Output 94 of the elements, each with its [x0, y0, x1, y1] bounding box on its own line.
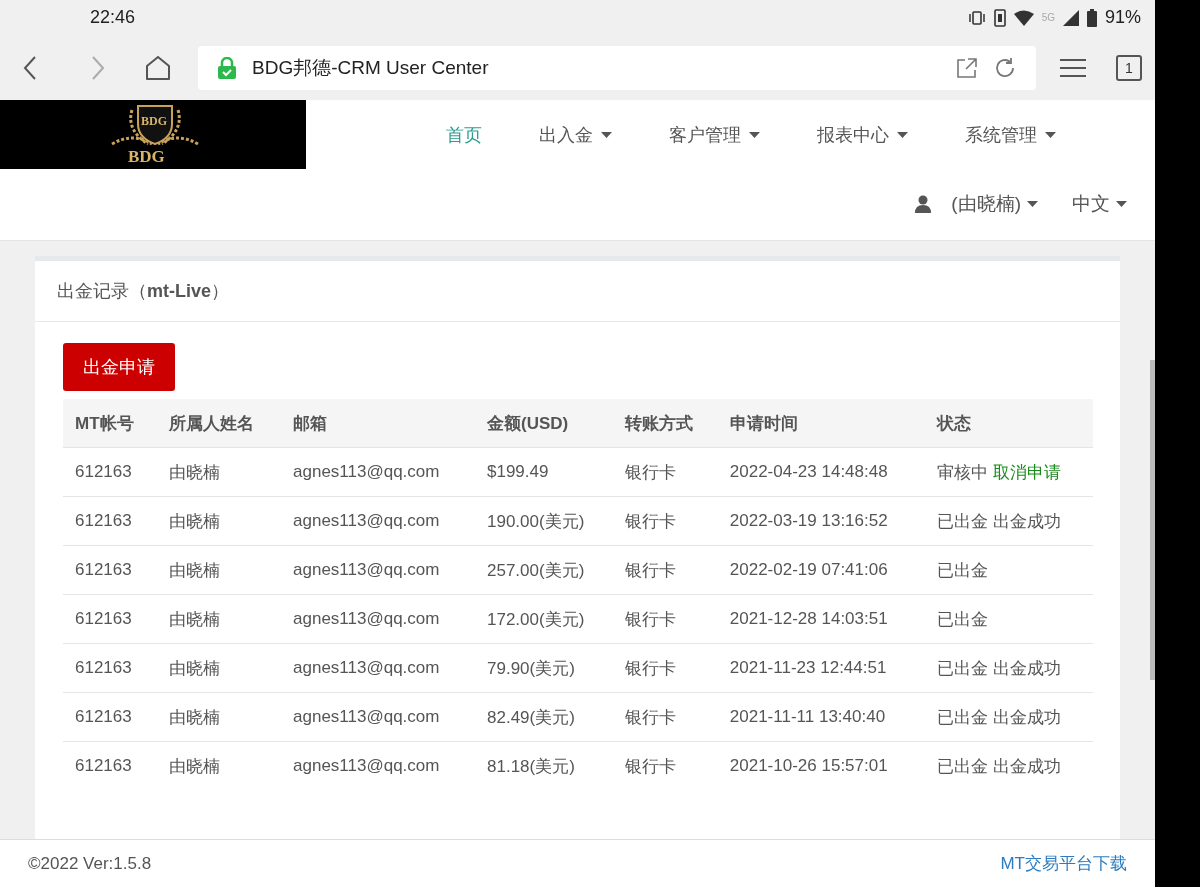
table-cell: 81.18(美元) — [475, 741, 614, 790]
table-cell: 银行卡 — [613, 447, 718, 497]
table-cell: 612163 — [63, 741, 157, 790]
battery-percent: 91% — [1104, 7, 1141, 28]
table-cell: 612163 — [63, 447, 157, 497]
status-text: 已出金 — [936, 658, 988, 678]
table-cell: 2021-11-11 13:40:40 — [717, 692, 925, 742]
column-header: 状态 — [924, 399, 1093, 448]
table-cell: 由晓楠 — [156, 447, 281, 497]
sim-icon — [993, 8, 1006, 27]
table-cell: agnes113@qq.com — [281, 643, 475, 693]
signal-icon — [1062, 9, 1079, 26]
download-link[interactable]: MT交易平台下载 — [1000, 852, 1127, 875]
table-cell: 612163 — [63, 594, 157, 644]
table-cell: $199.49 — [475, 447, 614, 497]
table-cell: 612163 — [63, 496, 157, 546]
table-cell: 由晓楠 — [156, 741, 281, 790]
status-text: 已出金 — [936, 609, 988, 629]
version-text: ©2022 Ver:1.5.8 — [28, 853, 152, 874]
table-cell: 2021-10-26 15:57:01 — [717, 741, 925, 790]
user-menu[interactable]: (由晓楠) — [951, 191, 1038, 217]
status-text: 审核中 — [936, 462, 988, 482]
lock-icon — [218, 56, 236, 79]
table-cell: 由晓楠 — [156, 545, 281, 595]
address-bar[interactable]: BDG邦德-CRM User Center — [198, 45, 1036, 90]
column-header: 转账方式 — [613, 399, 718, 448]
table-cell: 银行卡 — [613, 643, 718, 693]
battery-icon — [1086, 8, 1097, 27]
caret-icon — [1027, 201, 1038, 207]
table-cell: 银行卡 — [613, 741, 718, 790]
table-cell: 银行卡 — [613, 496, 718, 546]
table-cell: 银行卡 — [613, 692, 718, 742]
table-cell: 82.49(美元) — [475, 692, 614, 742]
status-text: 已出金 — [936, 756, 988, 776]
table-cell: 257.00(美元) — [475, 545, 614, 595]
table-cell: 612163 — [63, 643, 157, 693]
logo-emblem-text: BDG — [141, 114, 167, 129]
nav-menu-item[interactable]: 客户管理 — [669, 122, 760, 147]
user-icon — [915, 195, 932, 213]
column-header: MT帐号 — [63, 399, 157, 448]
table-cell: 2022-02-19 07:41:06 — [717, 545, 925, 595]
column-header: 所属人姓名 — [156, 399, 281, 448]
status-text: 出金成功 — [992, 756, 1061, 776]
table-cell: 由晓楠 — [156, 692, 281, 742]
nav-menu-item[interactable]: 系统管理 — [965, 122, 1056, 147]
column-header: 申请时间 — [717, 399, 925, 448]
table-cell: agnes113@qq.com — [281, 594, 475, 644]
table-cell: 190.00(美元) — [475, 496, 614, 546]
table-cell: 由晓楠 — [156, 496, 281, 546]
column-header: 金额(USD) — [475, 399, 614, 448]
table-cell: 2022-04-23 14:48:48 — [717, 447, 925, 497]
table-cell: agnes113@qq.com — [281, 741, 475, 790]
status-text: 出金成功 — [992, 658, 1061, 678]
table-cell: 612163 — [63, 545, 157, 595]
status-text: 已出金 — [936, 560, 988, 580]
status-text: 已出金 — [936, 707, 988, 727]
table-cell: 79.90(美元) — [475, 643, 614, 693]
language-menu[interactable]: 中文 — [1072, 191, 1127, 217]
table-cell: 由晓楠 — [156, 643, 281, 693]
nav-menu-item[interactable]: 报表中心 — [817, 122, 908, 147]
status-text: 出金成功 — [992, 707, 1061, 727]
withdraw-request-button[interactable]: 出金申请 — [63, 343, 175, 391]
tab-count[interactable]: 1 — [1116, 54, 1142, 81]
vibrate-icon — [967, 10, 986, 25]
table-cell: 2021-11-23 12:44:51 — [717, 643, 925, 693]
table-cell: 172.00(美元) — [475, 594, 614, 644]
table-cell: 银行卡 — [613, 545, 718, 595]
scrollbar[interactable] — [1150, 360, 1155, 680]
cancel-link[interactable]: 取消申请 — [992, 462, 1061, 482]
menu-icon[interactable] — [1060, 57, 1086, 78]
share-icon[interactable] — [956, 56, 978, 79]
home-icon[interactable] — [145, 55, 171, 80]
network-label: 5G — [1041, 12, 1055, 23]
table-cell: 由晓楠 — [156, 594, 281, 644]
nav-menu-item[interactable]: 出入金 — [539, 122, 612, 147]
caret-icon — [1116, 201, 1127, 207]
table-cell: 612163 — [63, 692, 157, 742]
table-cell: 银行卡 — [613, 594, 718, 644]
page-title: BDG邦德-CRM User Center — [252, 55, 490, 80]
status-text: 出金成功 — [992, 511, 1061, 531]
panel-title: 出金记录（mt-Live） — [35, 261, 1120, 322]
table-cell: 2022-03-19 13:16:52 — [717, 496, 925, 546]
table-cell: agnes113@qq.com — [281, 496, 475, 546]
logo-wordmark: BDG — [128, 148, 165, 165]
reload-icon[interactable] — [994, 56, 1016, 79]
clock-time: 22:46 — [90, 7, 137, 28]
status-text: 已出金 — [936, 511, 988, 531]
column-header: 邮箱 — [281, 399, 475, 448]
table-cell: agnes113@qq.com — [281, 692, 475, 742]
table-cell: 2021-12-28 14:03:51 — [717, 594, 925, 644]
table-cell: agnes113@qq.com — [281, 447, 475, 497]
back-icon[interactable] — [23, 55, 37, 80]
wifi-icon — [1013, 9, 1034, 26]
table-cell: agnes113@qq.com — [281, 545, 475, 595]
